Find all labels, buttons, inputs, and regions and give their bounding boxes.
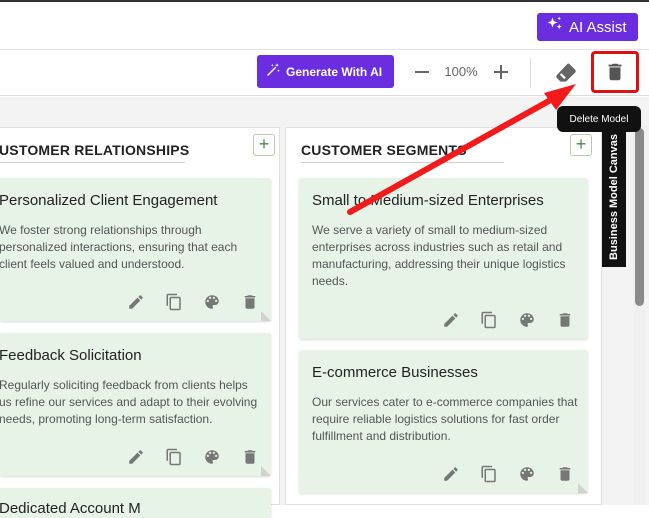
column-title-underline bbox=[301, 162, 504, 163]
zoom-out-button[interactable] bbox=[410, 60, 434, 84]
toolbar-divider bbox=[530, 58, 531, 88]
palette-icon[interactable] bbox=[518, 465, 536, 483]
vertical-scrollbar-thumb[interactable] bbox=[635, 128, 644, 306]
column-title: CUSTOMER SEGMENTS bbox=[301, 142, 467, 158]
ai-assist-button[interactable]: AI Assist bbox=[537, 13, 638, 41]
trash-icon bbox=[608, 63, 622, 81]
trash-icon[interactable] bbox=[241, 448, 259, 466]
card-title: E-commerce Businesses bbox=[312, 364, 478, 381]
palette-icon[interactable] bbox=[203, 448, 221, 466]
card-actions bbox=[442, 465, 574, 483]
column-title-underline bbox=[0, 162, 185, 163]
generate-with-ai-button[interactable]: Generate With AI bbox=[257, 55, 394, 88]
card-description: Our services cater to e-commerce compani… bbox=[312, 395, 578, 443]
column-title: USTOMER RELATIONSHIPS bbox=[0, 142, 190, 158]
duplicate-icon[interactable] bbox=[165, 448, 183, 466]
customer-relationships-column: USTOMER RELATIONSHIPS + Personalized Cli… bbox=[0, 127, 280, 518]
plus-icon bbox=[494, 65, 508, 79]
canvas-toolbar: Generate With AI 100% bbox=[0, 50, 649, 96]
palette-icon[interactable] bbox=[518, 311, 536, 329]
card-title: Dedicated Account M bbox=[0, 500, 141, 517]
card-description: We serve a variety of small to medium-si… bbox=[312, 223, 566, 288]
side-label-text: Business Model Canvas bbox=[608, 134, 620, 260]
delete-model-tooltip: Delete Model bbox=[557, 106, 641, 132]
trash-icon[interactable] bbox=[556, 465, 574, 483]
card-title: Feedback Solicitation bbox=[0, 347, 142, 364]
minus-icon bbox=[415, 71, 429, 73]
card[interactable]: Dedicated Account M bbox=[0, 488, 271, 518]
duplicate-icon[interactable] bbox=[480, 311, 498, 329]
card-fold bbox=[261, 311, 271, 321]
card-actions bbox=[442, 311, 574, 329]
edit-icon[interactable] bbox=[127, 448, 145, 466]
zoom-in-button[interactable] bbox=[489, 60, 513, 84]
ai-assist-label: AI Assist bbox=[569, 18, 627, 36]
add-card-button[interactable]: + bbox=[570, 134, 592, 156]
zoom-level: 100% bbox=[444, 64, 478, 79]
add-card-button[interactable]: + bbox=[253, 134, 275, 156]
eraser-icon bbox=[556, 63, 576, 82]
edit-icon[interactable] bbox=[442, 311, 460, 329]
edit-icon[interactable] bbox=[442, 465, 460, 483]
card-description: We foster strong relationships through p… bbox=[0, 223, 238, 271]
card-actions bbox=[127, 448, 259, 466]
top-bar: AI Assist bbox=[0, 2, 649, 50]
card[interactable]: Feedback Solicitation Regularly soliciti… bbox=[0, 333, 271, 476]
trash-icon[interactable] bbox=[241, 293, 259, 311]
duplicate-icon[interactable] bbox=[165, 293, 183, 311]
sparkle-icon bbox=[545, 15, 565, 39]
magic-wand-icon bbox=[265, 62, 281, 81]
card-title: Personalized Client Engagement bbox=[0, 192, 218, 209]
eraser-button[interactable] bbox=[553, 60, 579, 86]
card[interactable]: Personalized Client Engagement We foster… bbox=[0, 178, 271, 321]
customer-segments-column: CUSTOMER SEGMENTS + Small to Medium-size… bbox=[285, 127, 602, 505]
delete-model-button[interactable] bbox=[591, 51, 639, 93]
generate-label: Generate With AI bbox=[286, 64, 383, 79]
card-actions bbox=[127, 293, 259, 311]
edit-icon[interactable] bbox=[127, 293, 145, 311]
trash-icon[interactable] bbox=[556, 311, 574, 329]
business-model-canvas-tab[interactable]: Business Model Canvas bbox=[602, 127, 626, 267]
duplicate-icon[interactable] bbox=[480, 465, 498, 483]
card[interactable]: Small to Medium-sized Enterprises We ser… bbox=[299, 178, 588, 339]
card[interactable]: E-commerce Businesses Our services cater… bbox=[299, 350, 588, 493]
card-fold bbox=[578, 483, 588, 493]
palette-icon[interactable] bbox=[203, 293, 221, 311]
card-fold bbox=[261, 466, 271, 476]
card-title: Small to Medium-sized Enterprises bbox=[312, 192, 544, 209]
card-description: Regularly soliciting feedback from clien… bbox=[0, 378, 258, 426]
